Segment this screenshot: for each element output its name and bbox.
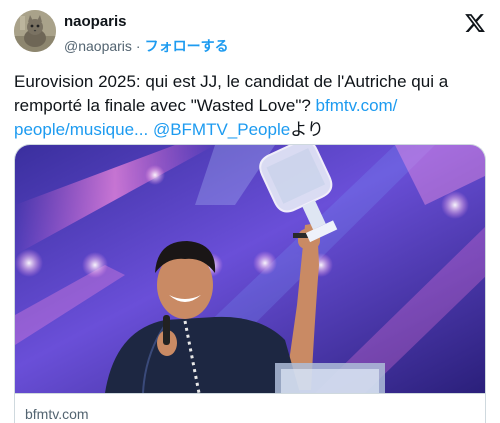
mention-link[interactable]: @BFMTV_People [153, 120, 290, 139]
meta-separator: · [135, 38, 141, 54]
tweet-suffix: より [290, 120, 324, 139]
display-name[interactable]: naoparis [64, 13, 127, 30]
cat-avatar-image [14, 10, 56, 52]
avatar[interactable] [14, 10, 56, 52]
handle[interactable]: @naoparis [64, 38, 132, 54]
link-domain: bfmtv.com [25, 406, 89, 422]
article-photo[interactable] [15, 145, 486, 393]
tweet-text: Eurovision 2025: qui est JJ, le candidat… [14, 70, 486, 142]
link-card[interactable]: bfmtv.com [14, 144, 486, 423]
link-card-footer[interactable]: bfmtv.com [15, 393, 485, 423]
x-logo-icon[interactable] [464, 12, 486, 34]
tweet-embed-card: naoparis @naoparis · フォローする Eurovision 202… [0, 0, 500, 423]
follow-button[interactable]: フォローする [145, 38, 229, 54]
account-meta: @naoparis · フォローする [64, 36, 229, 56]
